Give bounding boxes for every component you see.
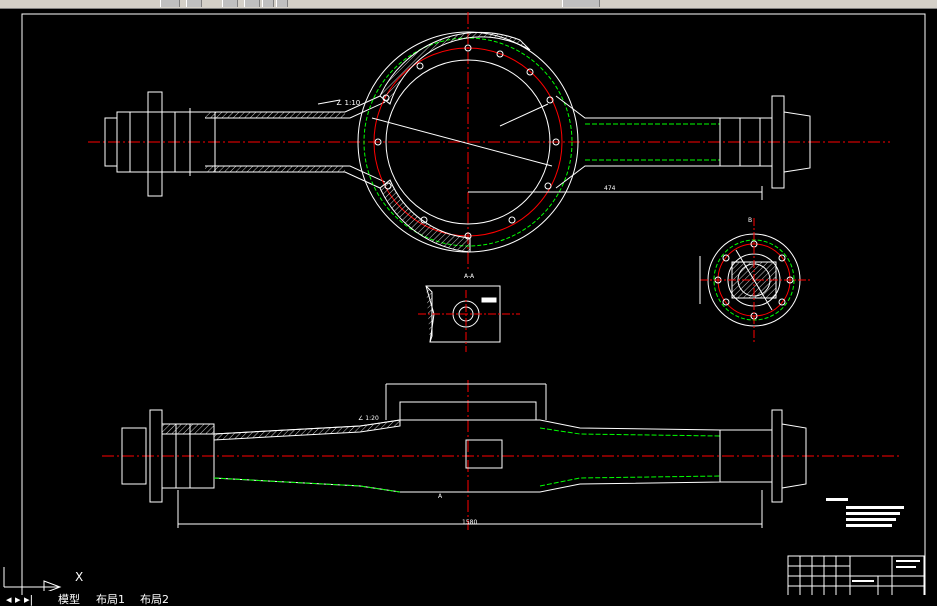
layer-button[interactable] (160, 0, 180, 7)
redo-button[interactable] (276, 0, 288, 7)
title-block (787, 555, 925, 595)
undo-button[interactable] (262, 0, 274, 7)
drawing-canvas[interactable]: ∠ 1:10 474 A-A B ∠ 1:20 1580 A (0, 8, 937, 595)
tab-model[interactable]: 模型 (58, 594, 80, 605)
bottom-angle-note: ∠ 1:20 (358, 415, 379, 422)
match-button[interactable] (562, 0, 600, 7)
tab-nav-arrows[interactable]: ◂ ▸ ▸| (6, 594, 33, 605)
technical-notes (826, 498, 904, 527)
flange-end-view (699, 218, 810, 342)
ucs-icon (3, 567, 62, 591)
layout-tabbar: ◂ ▸ ▸| 模型 布局1 布局2 (0, 594, 937, 605)
pan-button[interactable] (244, 0, 260, 7)
drawing-border (21, 13, 926, 595)
zoom-button[interactable] (222, 0, 238, 7)
bottom-housing-view (102, 380, 900, 530)
left-flange (147, 91, 163, 197)
ucs-x-label: X (75, 570, 84, 584)
flange-view-label: B (748, 217, 752, 224)
tab-layout1[interactable]: 布局1 (96, 594, 125, 605)
section-view (418, 285, 520, 352)
label-a: A (438, 493, 443, 500)
bottom-length-dim: 1580 (462, 519, 477, 526)
section-label: A-A (464, 273, 475, 280)
properties-button[interactable] (186, 0, 202, 7)
tab-layout2[interactable]: 布局2 (140, 594, 169, 605)
top-housing-view (88, 12, 890, 270)
top-angle-note: ∠ 1:10 (336, 99, 360, 107)
top-length-dim: 474 (604, 185, 616, 192)
